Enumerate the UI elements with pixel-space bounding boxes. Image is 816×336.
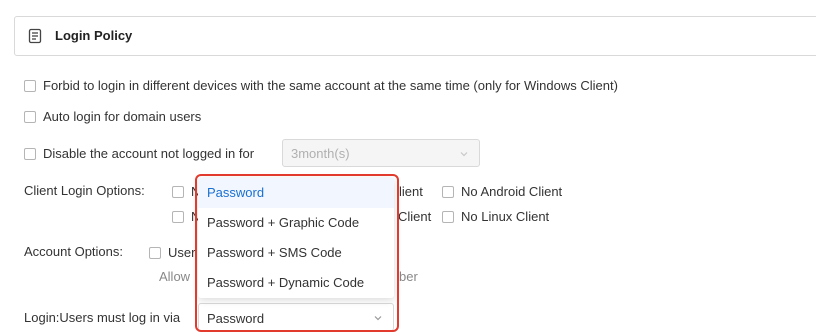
login-policy-header: Login Policy — [14, 16, 816, 56]
account-user-label: User — [168, 245, 196, 260]
login-method-value: Password — [207, 311, 265, 326]
dropdown-option-password-graphic[interactable]: Password + Graphic Code — [198, 208, 394, 238]
no-android-client-label: No Android Client — [461, 184, 563, 199]
no-android-client-option[interactable]: No Android Client — [442, 184, 562, 199]
client-option-row2-mid-label: Client — [398, 209, 432, 224]
account-tail-text: ber — [399, 269, 418, 284]
login-method-dropdown: Password Password + Graphic Code Passwor… — [198, 178, 394, 298]
forbid-multi-device-option[interactable]: Forbid to login in different devices wit… — [24, 78, 618, 93]
no-linux-client-label: No Linux Client — [461, 209, 550, 224]
page-title: Login Policy — [55, 28, 133, 43]
chevron-down-icon — [460, 152, 468, 157]
account-user-checkbox[interactable] — [149, 246, 161, 259]
disable-period-select[interactable]: 3month(s) — [282, 139, 480, 167]
forbid-multi-device-label: Forbid to login in different devices wit… — [43, 78, 618, 93]
no-android-client-checkbox[interactable] — [442, 185, 454, 198]
no-linux-client-option[interactable]: No Linux Client — [442, 209, 549, 224]
client-option-row2-left[interactable]: N — [172, 209, 200, 224]
dropdown-option-password-sms[interactable]: Password + SMS Code — [198, 238, 394, 268]
account-allow-text: Allow — [159, 269, 191, 284]
client-option-row2-left-checkbox[interactable] — [172, 210, 184, 223]
document-list-icon — [28, 28, 42, 44]
account-options-label: Account Options: — [24, 244, 123, 259]
forbid-multi-device-checkbox[interactable] — [24, 79, 36, 92]
auto-login-domain-option[interactable]: Auto login for domain users — [24, 109, 201, 124]
dropdown-option-password-dynamic[interactable]: Password + Dynamic Code — [198, 268, 394, 298]
login-method-select[interactable]: Password — [198, 303, 394, 331]
disable-account-checkbox[interactable] — [24, 147, 36, 160]
auto-login-domain-checkbox[interactable] — [24, 110, 36, 123]
dropdown-option-password[interactable]: Password — [198, 178, 394, 208]
disable-account-option[interactable]: Disable the account not logged in for — [24, 146, 254, 161]
client-option-row1-left[interactable]: N — [172, 184, 200, 199]
client-login-options-label: Client Login Options: — [24, 183, 145, 198]
disable-period-value: 3month(s) — [291, 146, 350, 161]
auto-login-domain-label: Auto login for domain users — [43, 109, 202, 124]
login-via-label: Login:Users must log in via — [24, 310, 181, 325]
client-option-row1-left-checkbox[interactable] — [172, 185, 184, 198]
account-user-option[interactable]: User — [149, 245, 195, 260]
client-option-row1-mid-label: lient — [399, 184, 423, 199]
no-linux-client-checkbox[interactable] — [442, 210, 454, 223]
chevron-down-icon — [374, 316, 382, 321]
disable-account-label: Disable the account not logged in for — [43, 146, 255, 161]
